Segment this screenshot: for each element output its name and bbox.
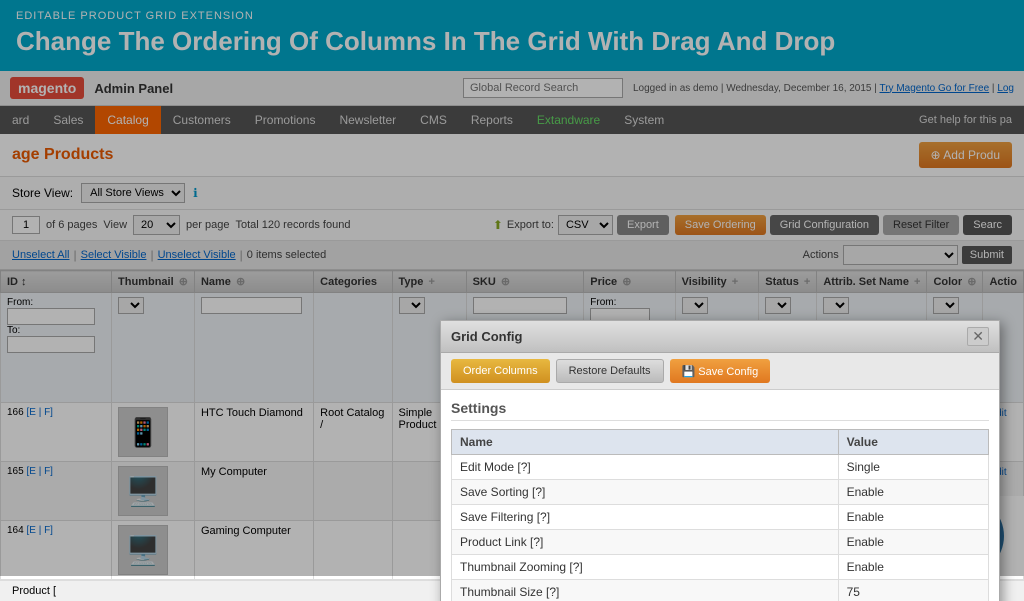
setting-name: Save Filtering [?] [452, 505, 839, 530]
setting-name: Product Link [?] [452, 530, 839, 555]
settings-title: Settings [451, 400, 989, 421]
restore-defaults-button[interactable]: Restore Defaults [556, 359, 664, 383]
setting-value: Enable [838, 505, 988, 530]
settings-row: Product Link [?] Enable [452, 530, 989, 555]
settings-row: Save Filtering [?] Enable [452, 505, 989, 530]
settings-col-value: Value [838, 430, 988, 455]
modal-close-button[interactable]: ✕ [967, 327, 989, 346]
setting-value: Enable [838, 530, 988, 555]
grid-config-modal: Grid Config ✕ Order Columns Restore Defa… [440, 320, 1000, 601]
settings-col-name: Name [452, 430, 839, 455]
settings-table: Name Value Edit Mode [?] Single Save Sor… [451, 429, 989, 601]
order-columns-button[interactable]: Order Columns [451, 359, 550, 383]
setting-name: Save Sorting [?] [452, 480, 839, 505]
setting-name: Edit Mode [?] [452, 455, 839, 480]
setting-value: Enable [838, 480, 988, 505]
modal-toolbar: Order Columns Restore Defaults 💾 Save Co… [441, 353, 999, 390]
modal-header: Grid Config ✕ [441, 321, 999, 353]
settings-row: Edit Mode [?] Single [452, 455, 989, 480]
modal-body: Settings Name Value Edit Mode [?] Single… [441, 390, 999, 601]
settings-header-row: Name Value [452, 430, 989, 455]
save-config-button[interactable]: 💾 Save Config [670, 359, 771, 383]
footer-text: Product [ [0, 580, 1024, 601]
settings-row: Save Sorting [?] Enable [452, 480, 989, 505]
modal-title: Grid Config [451, 329, 523, 344]
setting-value: Single [838, 455, 988, 480]
